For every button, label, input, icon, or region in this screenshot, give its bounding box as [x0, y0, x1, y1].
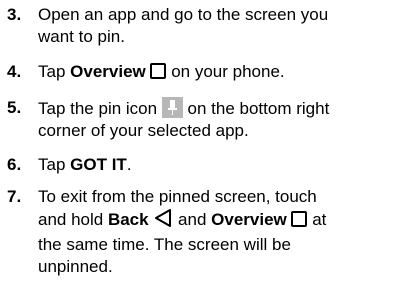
step-text-post: at: [307, 210, 327, 229]
step-4: 4. Tap Overview on your phone.: [0, 61, 390, 83]
step-text: Tap Overview on your phone.: [38, 61, 390, 83]
step-5: 5. Tap the pin icon on the bottom right …: [0, 97, 390, 142]
step-text-and: and: [173, 210, 212, 229]
step-text: To exit from the pinned screen, touch an…: [38, 186, 390, 278]
step-number: 5.: [7, 98, 22, 117]
step-number: 7.: [7, 187, 22, 206]
step-text-pre: and hold: [38, 210, 108, 229]
step-number: 4.: [7, 62, 22, 81]
keyword-got-it: GOT IT: [70, 155, 127, 174]
keyword-overview: Overview: [211, 210, 287, 229]
step-line: want to pin.: [38, 27, 125, 46]
step-line: the same time. The screen will be: [38, 235, 291, 254]
step-text-post: .: [126, 155, 132, 174]
step-7: 7. To exit from the pinned screen, touch…: [0, 186, 390, 278]
overview-square-icon: [150, 63, 167, 79]
step-number: 3.: [7, 5, 22, 24]
overview-square-icon: [291, 211, 308, 227]
step-text-post: on your phone.: [166, 62, 285, 81]
step-text: Open an app and go to the screen you wan…: [38, 4, 390, 48]
step-text-pre: Tap: [38, 155, 71, 174]
keyword-overview: Overview: [70, 62, 146, 81]
step-text-post: on the bottom right: [182, 99, 330, 118]
pin-icon: [161, 97, 183, 118]
step-text: Tap GOT IT.: [38, 154, 390, 176]
step-line: To exit from the pinned screen, touch: [38, 187, 317, 206]
back-triangle-icon: [153, 208, 173, 234]
step-3: 3. Open an app and go to the screen you …: [0, 4, 390, 48]
instructions-document: 3. Open an app and go to the screen you …: [0, 0, 397, 283]
step-text: Tap the pin icon on the bottom right cor…: [38, 97, 390, 142]
step-text-pre: Tap: [38, 62, 71, 81]
step-line: corner of your selected app.: [38, 121, 249, 140]
keyword-back: Back: [107, 210, 149, 229]
step-number: 6.: [7, 155, 22, 174]
step-line: unpinned.: [38, 257, 113, 276]
step-text-pre: Tap the pin icon: [38, 99, 162, 118]
step-6: 6. Tap GOT IT.: [0, 154, 390, 176]
step-line: Open an app and go to the screen you: [38, 5, 329, 24]
